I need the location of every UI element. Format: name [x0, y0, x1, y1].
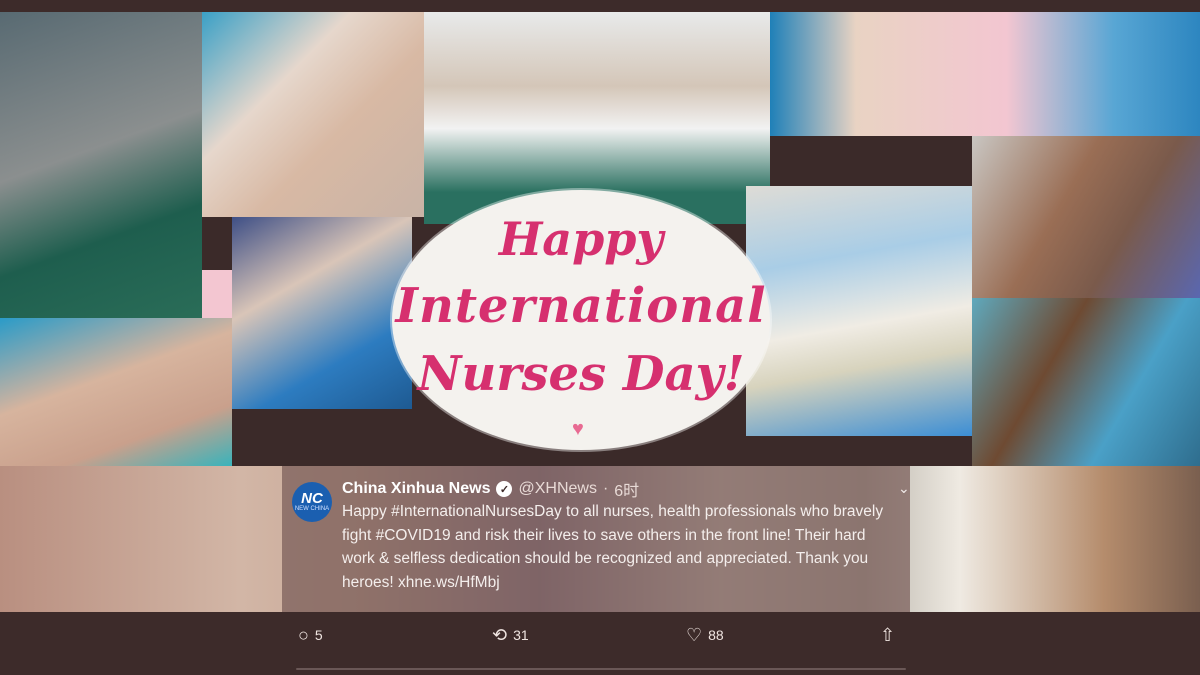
photo-nurse-praying	[0, 12, 202, 318]
timestamp[interactable]: 6时	[614, 477, 639, 501]
avatar[interactable]: NC NEW CHINA	[292, 482, 332, 522]
display-name[interactable]: China Xinhua News	[342, 480, 490, 498]
greeting-line-2: International	[395, 278, 767, 334]
tweet-body: Happy #InternationalNursesDay to all nur…	[342, 500, 902, 594]
verified-badge-icon: ✓	[496, 481, 513, 497]
photo-nurse-mask-closeup	[770, 12, 1200, 136]
tweet-header: China Xinhua News ✓ @XHNews · 6时	[342, 478, 639, 500]
greeting-line-1: Happy	[498, 212, 664, 266]
reply-count: 5	[314, 627, 323, 643]
retweet-button[interactable]: ⟲ 31	[492, 626, 529, 644]
reply-icon: ○	[298, 625, 309, 645]
top-bar	[0, 0, 1200, 12]
tweet-url-link[interactable]: xhne.ws/HfMbj	[398, 574, 500, 591]
photo-nurse-ppe	[746, 186, 972, 436]
heart-icon: ♥	[572, 418, 584, 440]
like-count: 88	[708, 627, 724, 643]
divider	[296, 668, 906, 670]
hashtag-link[interactable]: #InternationalNursesDay	[391, 503, 562, 520]
chevron-down-icon[interactable]: ⌄	[898, 480, 910, 497]
pink-accent	[202, 270, 232, 318]
greeting-line-3: Nurses Day!	[417, 346, 745, 402]
photo-nurse-face-marks	[202, 12, 424, 217]
tweet-text: Happy	[342, 503, 392, 520]
tweet-actions: ○ 5 ⟲ 31 ♡ 88 ⇧	[0, 626, 1200, 654]
avatar-logo-text: NC	[301, 490, 323, 507]
like-button[interactable]: ♡ 88	[686, 626, 724, 644]
tweet-screenshot: Happy International Nurses Day! ♥ NC NEW…	[0, 0, 1200, 675]
photo-nurse-green-mask	[0, 318, 232, 478]
photo-nurse-blue-mask	[972, 298, 1200, 478]
share-button[interactable]: ⇧	[880, 626, 895, 644]
heart-outline-icon: ♡	[686, 625, 703, 645]
handle[interactable]: @XHNews	[518, 480, 596, 498]
reply-button[interactable]: ○ 5	[298, 626, 323, 644]
hashtag-link[interactable]: #COVID19	[376, 527, 451, 544]
photo-nurse-portrait	[972, 136, 1200, 298]
avatar-logo-subtext: NEW CHINA	[294, 506, 330, 512]
retweet-count: 31	[513, 627, 529, 643]
separator: ·	[602, 480, 609, 497]
share-icon: ⇧	[880, 625, 896, 645]
photo-nurse-scrubs	[232, 217, 412, 409]
retweet-icon: ⟲	[492, 625, 508, 645]
